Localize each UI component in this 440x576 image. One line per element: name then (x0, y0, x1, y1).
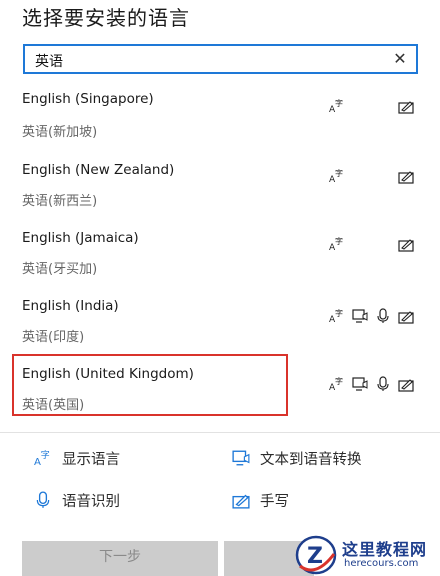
speech-icon (36, 491, 50, 508)
legend-label: 手写 (260, 494, 289, 510)
svg-text:字: 字 (335, 308, 343, 318)
svg-text:字: 字 (335, 376, 343, 386)
display-language-icon: A字 (329, 98, 343, 114)
page-title: 选择要安装的语言 (22, 6, 190, 30)
list-item[interactable]: English (Jamaica) 英语(牙买加) A字 (0, 228, 440, 296)
language-native-name: 英语(牙买加) (22, 262, 98, 277)
svg-text:字: 字 (41, 449, 50, 461)
handwriting-icon (232, 494, 250, 509)
handwriting-icon (398, 379, 414, 392)
search-input[interactable]: 英语 ✕ (23, 44, 418, 74)
text-to-speech-icon (352, 309, 368, 323)
list-item[interactable]: English (Singapore) 英语(新加坡) A字 (0, 91, 440, 160)
handwriting-icon (398, 171, 414, 184)
language-native-name: 英语(新加坡) (22, 125, 98, 140)
close-icon[interactable]: ✕ (390, 49, 410, 69)
speech-icon (377, 376, 389, 391)
display-language-icon: A字 (329, 376, 343, 392)
feature-legend: A字 显示语言 文本到语音转换 语音识别 手写 (0, 433, 440, 538)
legend-label: 显示语言 (62, 452, 120, 468)
watermark-emblem-icon: Z (295, 535, 337, 575)
language-native-name: 英语(新西兰) (22, 194, 98, 209)
text-to-speech-icon (352, 377, 368, 391)
handwriting-icon (398, 101, 414, 114)
selection-highlight (12, 354, 288, 416)
svg-text:字: 字 (335, 98, 343, 108)
language-native-name: 英语(印度) (22, 330, 85, 345)
legend-speech-recognition: 语音识别 (34, 489, 174, 513)
legend-handwriting: 手写 (232, 489, 372, 513)
language-name: English (Jamaica) (22, 230, 139, 246)
language-name: English (Singapore) (22, 91, 154, 107)
watermark-logo: Z 这里教程网 herecours.com (292, 534, 440, 576)
svg-text:Z: Z (307, 544, 323, 569)
display-language-icon: A字 (329, 308, 343, 324)
speech-icon (377, 308, 389, 323)
svg-text:字: 字 (335, 168, 343, 178)
display-language-icon: A字 (329, 236, 343, 252)
display-language-icon: A字 (34, 449, 50, 467)
legend-text-to-speech: 文本到语音转换 (232, 447, 412, 471)
handwriting-icon (398, 239, 414, 252)
svg-text:字: 字 (335, 236, 343, 246)
language-name: English (New Zealand) (22, 162, 175, 178)
legend-label: 语音识别 (62, 494, 120, 510)
list-item[interactable]: English (New Zealand) 英语(新西兰) A字 (0, 160, 440, 228)
watermark-title: 这里教程网 (342, 540, 428, 559)
search-input-value[interactable]: 英语 (35, 51, 63, 71)
handwriting-icon (398, 311, 414, 324)
language-list[interactable]: English (Singapore) 英语(新加坡) A字 English (… (0, 88, 440, 428)
next-button[interactable]: 下一步 (22, 541, 218, 576)
text-to-speech-icon (232, 450, 250, 466)
watermark-url: herecours.com (344, 558, 419, 569)
language-name: English (India) (22, 298, 119, 314)
display-language-icon: A字 (329, 168, 343, 184)
legend-label: 文本到语音转换 (260, 452, 362, 468)
legend-display-language: A字 显示语言 (34, 447, 174, 471)
